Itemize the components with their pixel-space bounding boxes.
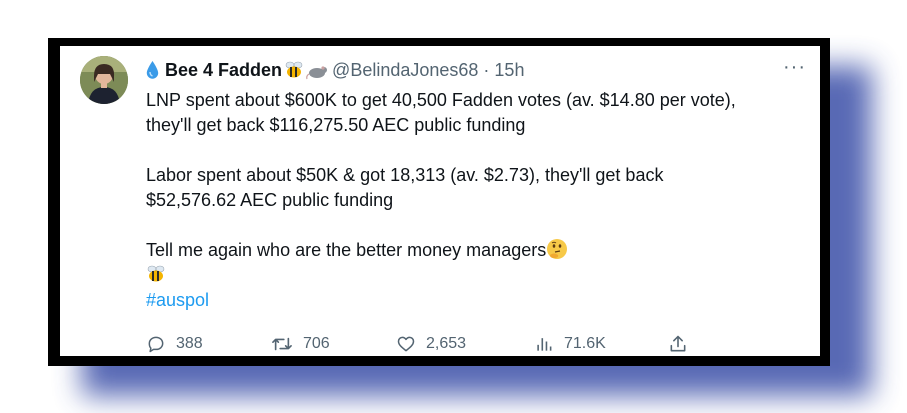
rat-icon — [306, 60, 328, 80]
avatar[interactable] — [80, 56, 128, 104]
share-icon — [668, 334, 688, 354]
bee-icon — [284, 60, 304, 80]
views-button[interactable]: 71.6K — [534, 332, 606, 356]
hashtag-link[interactable]: #auspol — [146, 290, 209, 310]
share-button[interactable] — [668, 332, 688, 356]
thinking-face-icon — [546, 238, 568, 260]
like-button[interactable]: 2,653 — [396, 332, 466, 356]
timestamp[interactable]: 15h — [494, 60, 524, 81]
display-name[interactable]: Bee 4 Fadden — [165, 60, 282, 81]
retweet-button[interactable]: 706 — [271, 332, 330, 356]
tweet-text: LNP spent about $600K to get 40,500 Fadd… — [146, 88, 812, 313]
separator-dot: · — [483, 59, 490, 80]
heart-icon — [396, 334, 416, 354]
paragraph-3-line-1: Tell me again who are the better money m… — [146, 238, 812, 263]
tweet-card[interactable]: Bee 4 Fadden @BelindaJones68 · 15h ··· L… — [60, 46, 820, 356]
like-count: 2,653 — [426, 335, 467, 352]
water-drop-icon — [146, 60, 159, 80]
reply-count: 388 — [176, 335, 203, 352]
views-chart-icon — [534, 334, 554, 354]
reply-icon — [146, 334, 166, 354]
paragraph-1-line-1: LNP spent about $600K to get 40,500 Fadd… — [146, 90, 736, 110]
tweet-actions: 388 706 2,653 71.6K — [146, 332, 706, 356]
more-options-icon[interactable]: ··· — [783, 57, 806, 77]
tweet-header: Bee 4 Fadden @BelindaJones68 · 15h — [146, 58, 524, 82]
screenshot-stage: Bee 4 Fadden @BelindaJones68 · 15h ··· L… — [0, 0, 907, 413]
paragraph-3-text: Tell me again who are the better money m… — [146, 240, 547, 260]
retweet-icon — [271, 334, 293, 354]
user-handle[interactable]: @BelindaJones68 — [332, 60, 478, 81]
paragraph-2-line-2: $52,576.62 AEC public funding — [146, 190, 394, 210]
views-count: 71.6K — [564, 335, 606, 352]
reply-button[interactable]: 388 — [146, 332, 203, 356]
retweet-count: 706 — [303, 335, 330, 352]
paragraph-1-line-2: they'll get back $116,275.50 AEC public … — [146, 115, 526, 135]
paragraph-2-line-1: Labor spent about $50K & got 18,313 (av.… — [146, 165, 664, 185]
bee-icon — [146, 264, 166, 284]
bee-line — [146, 263, 812, 288]
